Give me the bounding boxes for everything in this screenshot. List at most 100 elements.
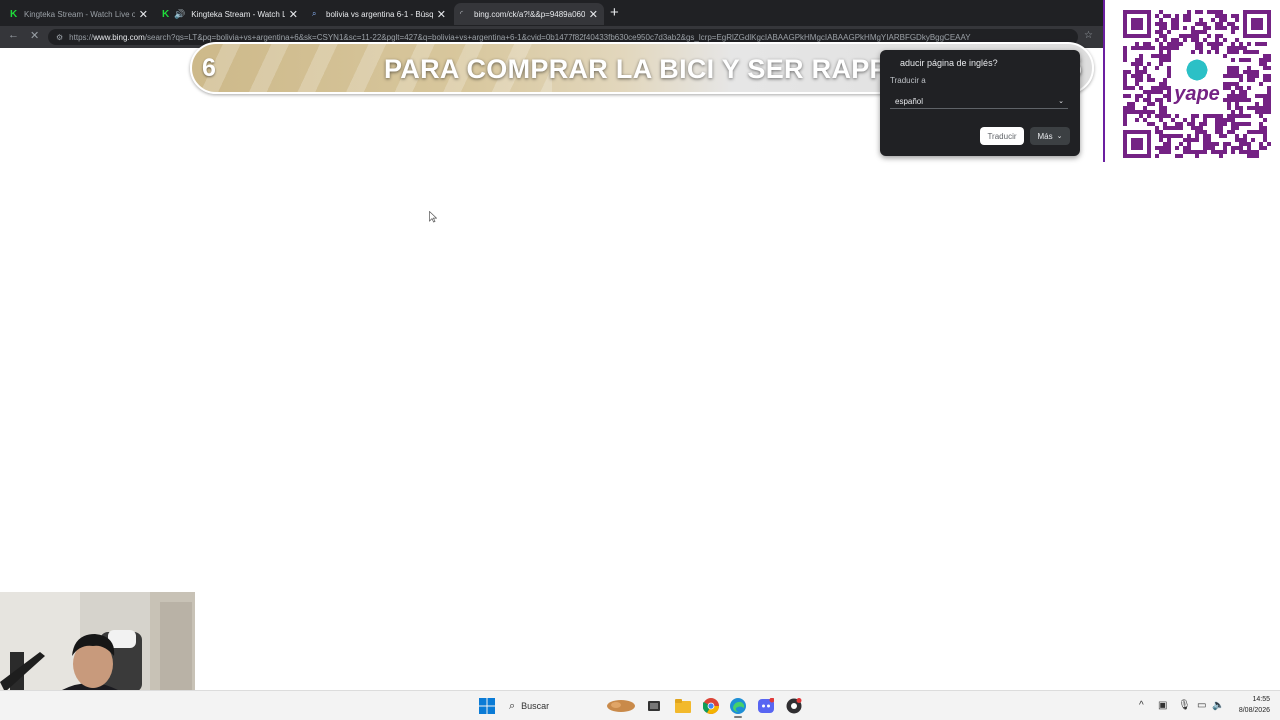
bookmark-star-icon[interactable]: ☆ [1084, 30, 1093, 41]
qr-module [1259, 110, 1263, 114]
tray-overflow-chevron-icon[interactable]: ^ [1139, 700, 1144, 711]
qr-module [1231, 14, 1235, 18]
qr-module [1239, 98, 1243, 102]
qr-module [1151, 110, 1155, 114]
more-button[interactable]: Más ⌄ [1030, 127, 1070, 145]
close-icon[interactable]: ✕ [289, 8, 298, 21]
qr-module [1127, 70, 1131, 74]
qr-module [1207, 26, 1211, 30]
qr-module [1239, 86, 1243, 90]
qr-module [1191, 50, 1195, 54]
qr-module [1159, 118, 1163, 122]
qr-module [1215, 122, 1219, 126]
qr-module [1151, 54, 1155, 58]
qr-module [1231, 110, 1235, 114]
qr-module [1175, 18, 1179, 22]
qr-module [1247, 122, 1251, 126]
qr-module [1155, 154, 1159, 158]
qr-module [1203, 122, 1207, 126]
back-icon[interactable]: ← [8, 29, 19, 41]
close-icon[interactable]: ✕ [139, 8, 148, 21]
search-placeholder: Buscar [521, 701, 550, 711]
qr-module [1147, 110, 1151, 114]
qr-module [1143, 90, 1147, 94]
qr-module [1183, 26, 1187, 30]
qr-module [1263, 98, 1267, 102]
speaker-icon[interactable]: 🔊 [174, 9, 185, 20]
reload-spinner-icon[interactable]: ✕ [30, 29, 39, 42]
tab-kingteka-1[interactable]: K Kingteka Stream - Watch Live on K ✕ [4, 3, 154, 25]
tab-bing-search[interactable]: ⌕ bolivia vs argentina 6-1 - Búsqueda ✕ [306, 3, 452, 25]
widgets-icon[interactable] [606, 697, 636, 715]
microphone-icon[interactable]: 🎙 [1178, 700, 1191, 711]
volume-icon[interactable]: 🔈 [1212, 700, 1224, 711]
tab-kingteka-2[interactable]: K 🔊 Kingteka Stream - Watch Live ✕ [156, 3, 304, 25]
qr-module [1131, 46, 1135, 50]
qr-module [1267, 78, 1271, 82]
qr-module [1199, 46, 1203, 50]
qr-module [1263, 106, 1267, 110]
qr-module [1255, 74, 1259, 78]
qr-module [1159, 110, 1163, 114]
network-icon[interactable]: ▭ [1197, 700, 1206, 711]
system-clock[interactable]: 14:55 8/08/2026 [1226, 694, 1270, 716]
tray-app-icon[interactable]: ▣ [1158, 700, 1167, 711]
qr-module [1227, 22, 1231, 26]
qr-module [1267, 142, 1271, 146]
qr-code-panel: yape [1103, 0, 1280, 162]
qr-module [1187, 18, 1191, 22]
qr-module [1159, 18, 1163, 22]
qr-module [1163, 58, 1167, 62]
qr-module [1163, 150, 1167, 154]
qr-module [1227, 74, 1231, 78]
tab-bing-redirect[interactable]: ◜ bing.com/ck/a?!&&p=9489a0608 ✕ [454, 3, 604, 25]
chrome-icon[interactable] [702, 697, 720, 715]
qr-module [1215, 142, 1219, 146]
taskbar: ⌕ Buscar ^ ▣ 🎙 ▭ 🔈 14:55 8/08/2026 [0, 690, 1280, 720]
qr-module [1195, 42, 1199, 46]
qr-module [1163, 146, 1167, 150]
qr-module [1211, 46, 1215, 50]
close-icon[interactable]: ✕ [437, 8, 446, 21]
qr-module [1195, 30, 1199, 34]
qr-module [1163, 38, 1167, 42]
qr-module [1263, 94, 1267, 98]
tab-title: Kingteka Stream - Watch Live on K [24, 9, 135, 19]
qr-module [1239, 42, 1243, 46]
windows-start-icon[interactable] [478, 697, 496, 715]
qr-module [1123, 78, 1127, 82]
language-select[interactable]: español ⌄ [890, 94, 1068, 109]
qr-module [1219, 134, 1223, 138]
edge-icon[interactable] [729, 697, 747, 715]
qr-module [1223, 38, 1227, 42]
obs-icon[interactable] [785, 697, 803, 715]
qr-module [1251, 138, 1255, 142]
taskbar-search[interactable]: ⌕ Buscar [503, 696, 603, 716]
translate-button[interactable]: Traducir [980, 127, 1024, 145]
discord-icon[interactable] [757, 697, 775, 715]
close-icon[interactable]: ✕ [589, 8, 598, 21]
file-explorer-icon[interactable] [674, 697, 692, 715]
qr-module [1123, 70, 1127, 74]
qr-module [1215, 114, 1219, 118]
qr-module [1239, 78, 1243, 82]
qr-module [1151, 86, 1155, 90]
task-view-icon[interactable] [645, 697, 663, 715]
qr-module [1167, 142, 1171, 146]
qr-module [1255, 154, 1259, 158]
qr-module [1195, 150, 1199, 154]
qr-module [1239, 150, 1243, 154]
qr-module [1167, 30, 1171, 34]
site-info-icon[interactable]: ⚙ [56, 33, 63, 42]
qr-module [1179, 42, 1183, 46]
qr-module [1159, 114, 1163, 118]
qr-module [1235, 70, 1239, 74]
yape-logo: yape [1173, 83, 1220, 105]
new-tab-button[interactable]: + [610, 4, 619, 21]
selected-language: español [895, 96, 924, 106]
qr-module [1159, 150, 1163, 154]
qr-module [1131, 110, 1135, 114]
qr-module [1195, 46, 1199, 50]
qr-module [1159, 34, 1163, 38]
qr-module [1163, 94, 1167, 98]
